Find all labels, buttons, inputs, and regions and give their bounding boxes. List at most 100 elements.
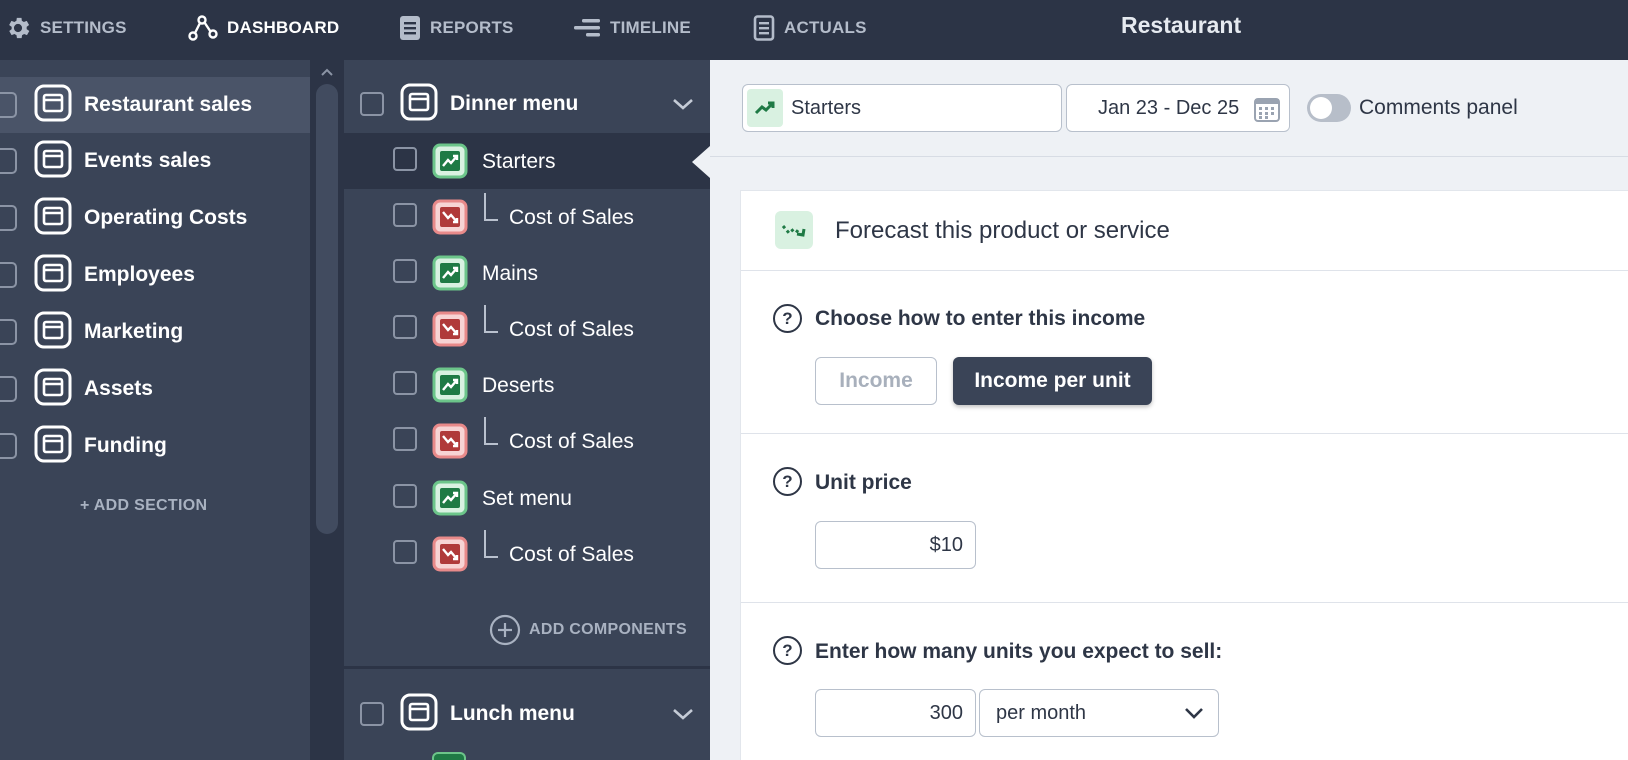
trend-down-icon	[432, 536, 468, 577]
trend-up-icon	[432, 255, 468, 296]
component-cost-of-sales-set-menu[interactable]: Cost of Sales	[344, 526, 710, 582]
component-mains[interactable]: Mains	[344, 245, 710, 301]
trend-up-icon	[432, 367, 468, 408]
add-components-button[interactable]: ADD COMPONENTS	[489, 614, 687, 646]
nav-settings-label: SETTINGS	[40, 18, 127, 37]
component-set-menu[interactable]: Set menu	[344, 470, 710, 526]
units-period-value: per month	[996, 701, 1087, 724]
nav-dashboard[interactable]: DASHBOARD	[187, 0, 339, 56]
component-selector[interactable]: Starters	[742, 84, 1062, 132]
component-label: Set menu	[482, 487, 572, 510]
section-checkbox[interactable]	[0, 319, 17, 345]
group-checkbox[interactable]	[360, 92, 384, 116]
folder-icon	[34, 197, 72, 240]
section-item-events-sales[interactable]: Events sales	[0, 133, 310, 189]
chevron-down-icon[interactable]	[672, 707, 694, 721]
component-label: Deserts	[482, 374, 555, 397]
trend-up-icon	[432, 480, 468, 521]
nav-timeline-label: TIMELINE	[610, 18, 691, 37]
help-icon[interactable]: ?	[773, 467, 802, 496]
selected-component-label: Starters	[791, 96, 862, 119]
component-cost-of-sales-mains[interactable]: Cost of Sales	[344, 301, 710, 357]
comments-panel-label: Comments panel	[1359, 96, 1518, 119]
trend-down-icon	[432, 199, 468, 240]
section-label: Marketing	[84, 320, 184, 343]
sections-sidebar: Restaurant sales Events sales Operating …	[0, 60, 310, 760]
component-checkbox[interactable]	[393, 315, 417, 339]
component-label: Cost of Sales	[509, 543, 634, 566]
document-icon	[400, 16, 420, 40]
trend-down-icon	[432, 423, 468, 464]
scroll-thumb[interactable]	[316, 84, 338, 534]
entry-mode-question: Choose how to enter this income	[815, 307, 1146, 330]
scroll-up-arrow-icon[interactable]	[318, 66, 336, 78]
section-label: Funding	[84, 434, 167, 457]
add-section-button[interactable]: + ADD SECTION	[80, 497, 207, 515]
section-checkbox[interactable]	[0, 148, 17, 174]
section-label: Assets	[84, 377, 153, 400]
section-item-restaurant-sales[interactable]: Restaurant sales	[0, 77, 310, 133]
section-label: Events sales	[84, 149, 212, 172]
nav-settings[interactable]: SETTINGS	[4, 0, 127, 56]
folder-icon	[34, 254, 72, 297]
section-checkbox[interactable]	[0, 433, 17, 459]
forecast-title: Forecast this product or service	[835, 217, 1170, 244]
forecast-card: Forecast this product or service ? Choos…	[740, 190, 1628, 760]
sections-scrollbar[interactable]	[310, 60, 344, 760]
component-label: Starters	[482, 150, 556, 173]
section-label: Employees	[84, 263, 195, 286]
units-input[interactable]: 300	[815, 689, 976, 737]
section-item-employees[interactable]: Employees	[0, 247, 310, 303]
timeline-icon	[574, 19, 600, 37]
income-option-button[interactable]: Income	[815, 357, 937, 405]
plus-circle-icon	[489, 614, 521, 646]
chevron-down-icon[interactable]	[672, 97, 694, 111]
section-item-assets[interactable]: Assets	[0, 361, 310, 417]
section-item-operating-costs[interactable]: Operating Costs	[0, 190, 310, 246]
component-deserts[interactable]: Deserts	[344, 357, 710, 413]
nav-actuals[interactable]: ACTUALS	[752, 0, 867, 56]
units-period-select[interactable]: per month	[979, 689, 1219, 737]
section-checkbox[interactable]	[0, 92, 17, 118]
date-range-picker[interactable]: Jan 23 - Dec 25	[1066, 84, 1290, 132]
component-label: Cost of Sales	[509, 206, 634, 229]
section-label: Operating Costs	[84, 206, 248, 229]
group-lunch-menu[interactable]: Lunch menu	[344, 686, 710, 742]
nodes-icon	[188, 15, 218, 41]
nav-timeline[interactable]: TIMELINE	[572, 0, 691, 56]
component-checkbox[interactable]	[393, 371, 417, 395]
component-checkbox[interactable]	[393, 484, 417, 508]
component-checkbox[interactable]	[393, 427, 417, 451]
component-checkbox[interactable]	[393, 203, 417, 227]
tree-connector	[484, 193, 498, 221]
unit-price-input[interactable]: $10	[815, 521, 976, 569]
section-item-funding[interactable]: Funding	[0, 418, 310, 474]
section-item-marketing[interactable]: Marketing	[0, 304, 310, 360]
component-checkbox[interactable]	[393, 540, 417, 564]
help-icon[interactable]: ?	[773, 304, 802, 333]
folder-icon	[34, 368, 72, 411]
trend-down-icon	[432, 311, 468, 352]
component-checkbox[interactable]	[393, 147, 417, 171]
section-checkbox[interactable]	[0, 205, 17, 231]
folder-icon	[400, 693, 438, 736]
folder-icon	[34, 311, 72, 354]
forecast-trend-icon	[775, 211, 813, 249]
component-cost-of-sales-deserts[interactable]: Cost of Sales	[344, 413, 710, 469]
date-range-label: Jan 23 - Dec 25	[1098, 96, 1240, 119]
nav-reports-label: REPORTS	[430, 18, 514, 37]
folder-icon	[400, 83, 438, 126]
app-title: Restaurant	[1121, 12, 1242, 38]
component-cost-of-sales-starters[interactable]: Cost of Sales	[344, 189, 710, 245]
section-checkbox[interactable]	[0, 376, 17, 402]
help-icon[interactable]: ?	[773, 636, 802, 665]
income-per-unit-option-button[interactable]: Income per unit	[953, 357, 1152, 405]
trend-up-icon	[432, 752, 466, 760]
component-checkbox[interactable]	[393, 259, 417, 283]
component-starters[interactable]: Starters	[344, 133, 710, 189]
group-dinner-menu[interactable]: Dinner menu	[344, 76, 710, 132]
comments-panel-toggle[interactable]	[1307, 94, 1351, 122]
section-checkbox[interactable]	[0, 262, 17, 288]
group-checkbox[interactable]	[360, 702, 384, 726]
nav-reports[interactable]: REPORTS	[398, 0, 514, 56]
